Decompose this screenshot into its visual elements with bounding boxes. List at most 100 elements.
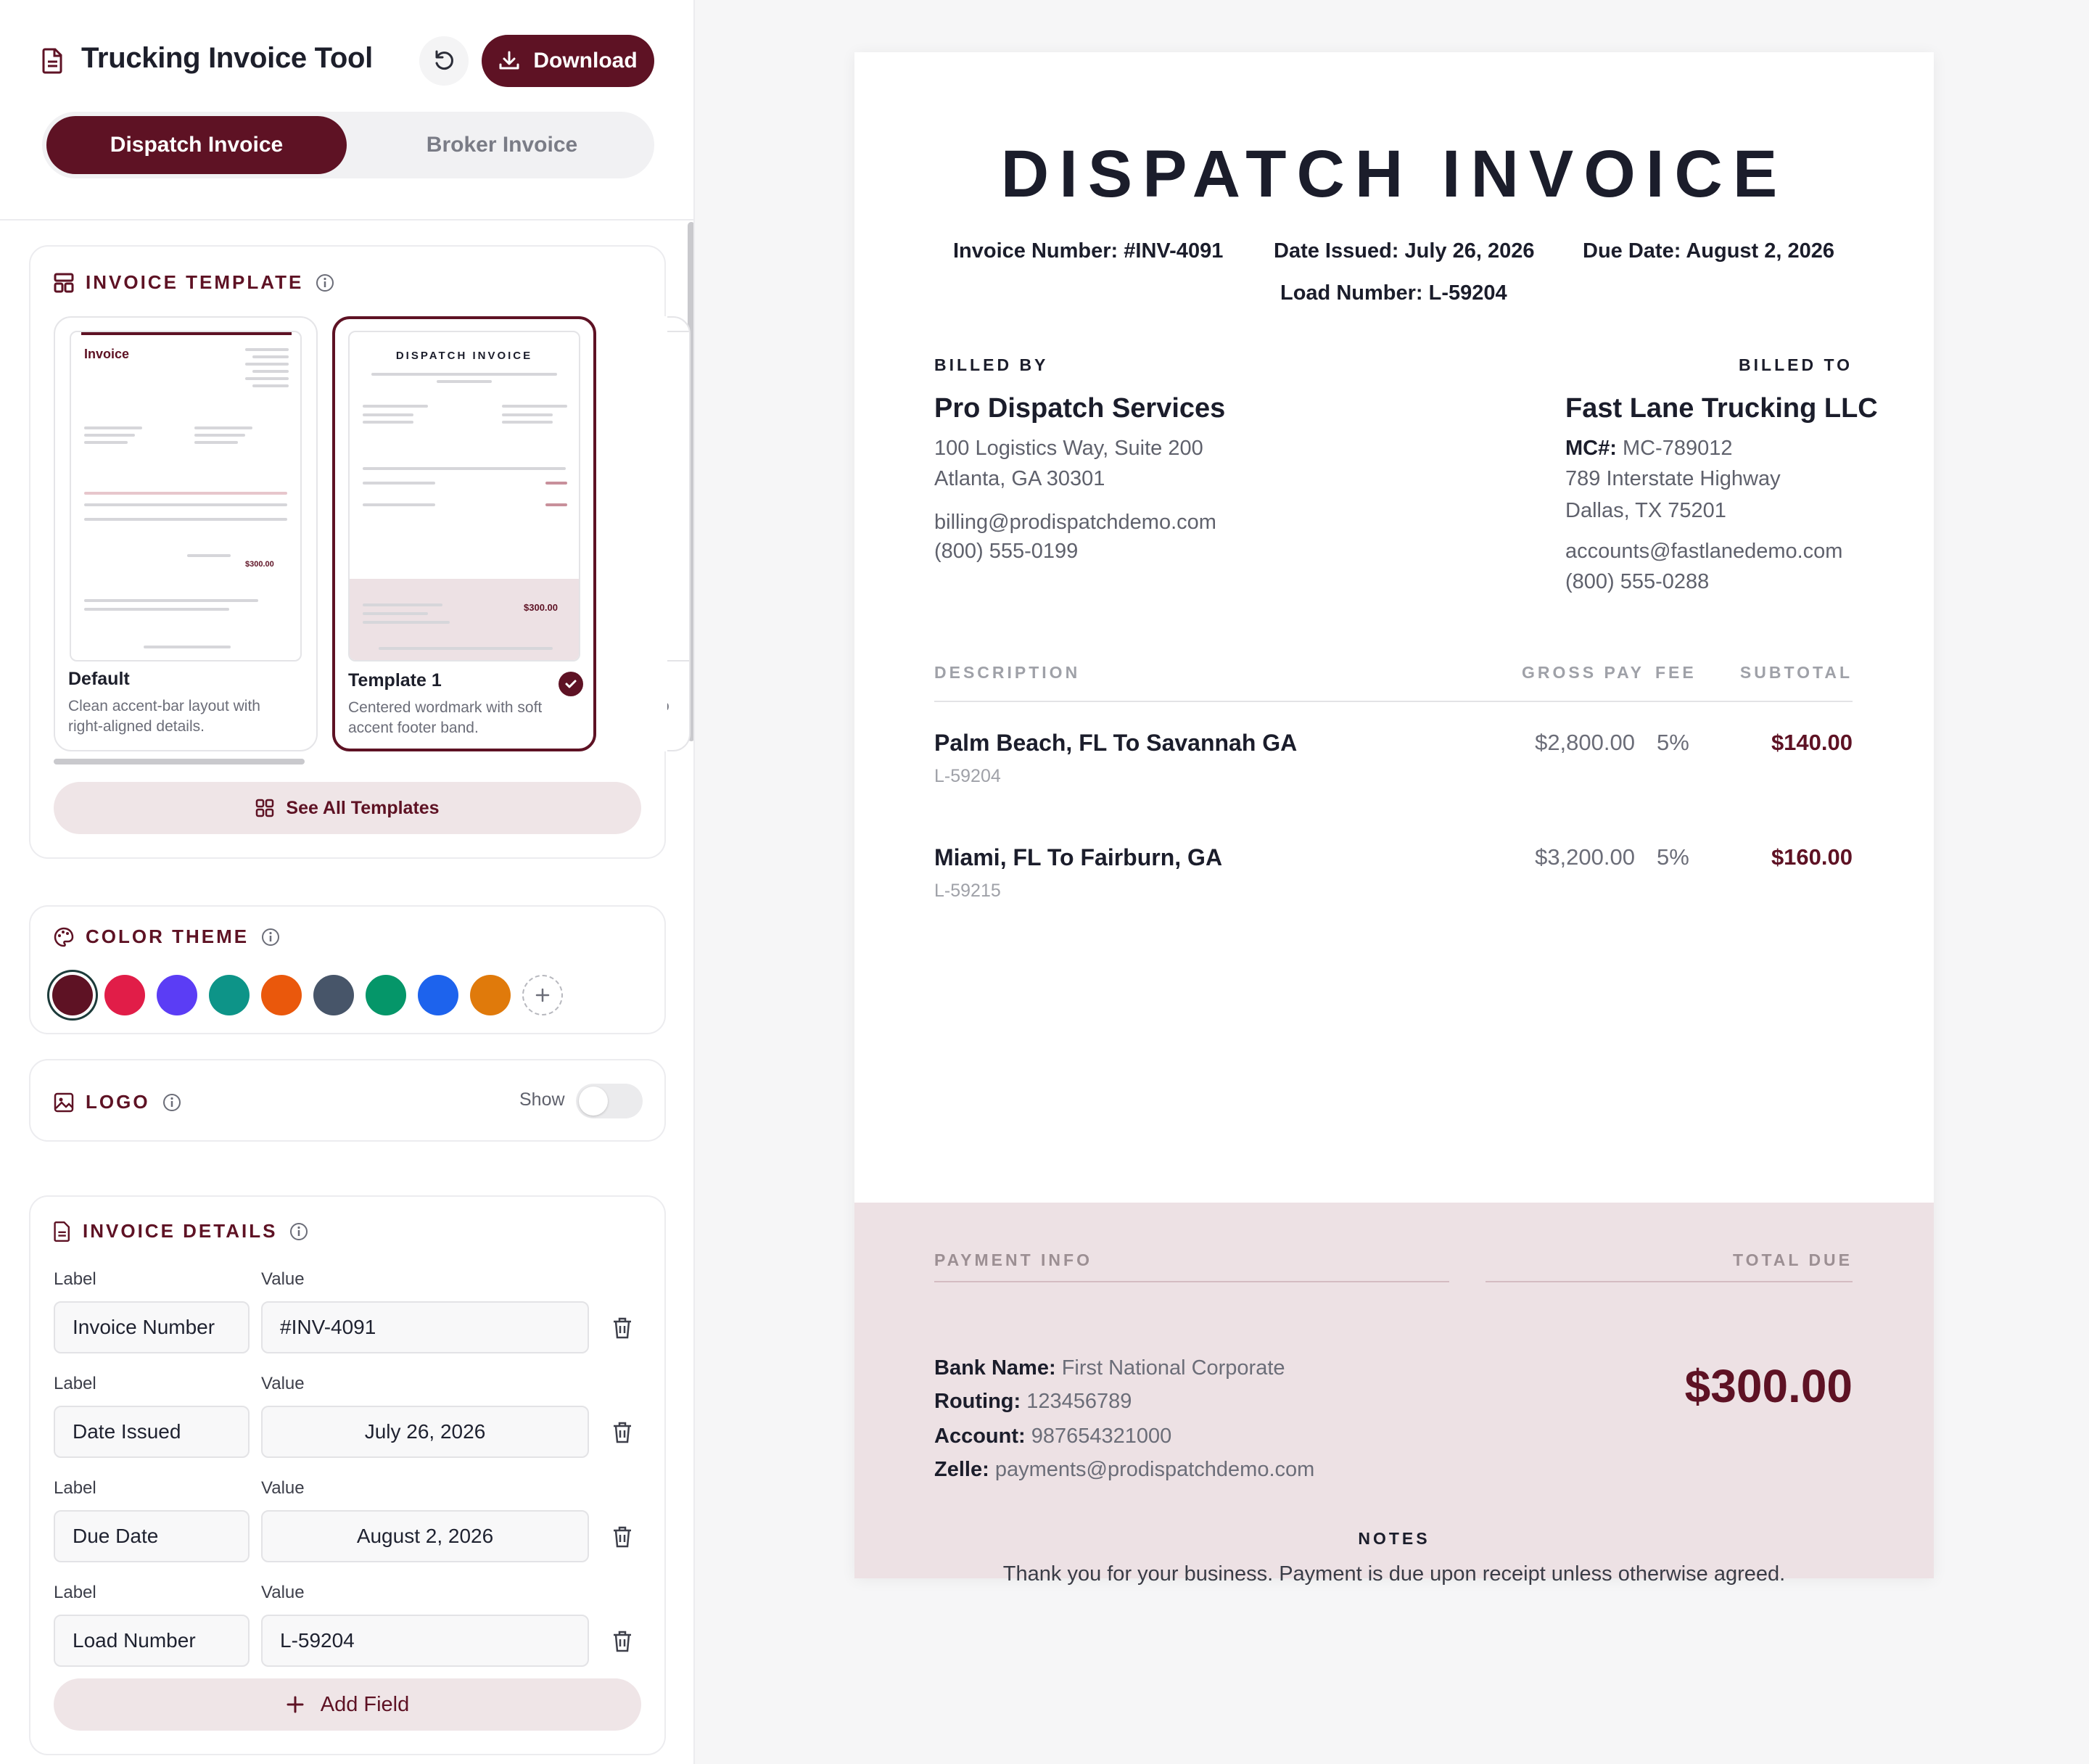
add-field-label: Add Field xyxy=(320,1692,410,1716)
preview-title: Invoice xyxy=(84,347,130,361)
trash-icon[interactable] xyxy=(611,1420,634,1445)
color-theme-card: COLOR THEME xyxy=(29,905,666,1034)
billed-by-address1: 100 Logistics Way, Suite 200 xyxy=(934,437,1203,460)
template-card-template-1[interactable]: DISPATCH INVOICE $300.00 Template 1 Cent… xyxy=(332,316,596,751)
item-subtotal: $140.00 xyxy=(1771,730,1853,755)
plus-icon xyxy=(287,1696,304,1713)
billed-to-heading: BILLED TO xyxy=(1739,355,1853,374)
color-swatch[interactable] xyxy=(313,975,354,1015)
section-heading: COLOR THEME xyxy=(86,926,250,947)
info-icon[interactable] xyxy=(289,1221,309,1242)
trash-icon[interactable] xyxy=(611,1629,634,1654)
tab-dispatch-invoice[interactable]: Dispatch Invoice xyxy=(46,116,347,174)
info-icon[interactable] xyxy=(162,1092,182,1113)
see-all-templates-button[interactable]: See All Templates xyxy=(54,782,641,834)
billed-by-name: Pro Dispatch Services xyxy=(934,393,1226,424)
field-value-input[interactable]: #INV-4091 xyxy=(261,1301,589,1353)
color-swatch[interactable] xyxy=(209,975,250,1015)
add-field-button[interactable]: Add Field xyxy=(54,1678,641,1731)
billed-to-address1: 789 Interstate Highway xyxy=(1565,467,1781,490)
color-swatch[interactable] xyxy=(418,975,458,1015)
document-icon xyxy=(42,48,62,74)
preview-total: $300.00 xyxy=(245,560,274,569)
table-header-divider xyxy=(934,701,1853,702)
palette-icon xyxy=(54,927,74,947)
value-caption: Value xyxy=(261,1269,305,1289)
check-icon xyxy=(559,672,583,696)
template-preview: Invoice $300.00 xyxy=(70,331,302,662)
color-swatch[interactable] xyxy=(261,975,302,1015)
notes-text: Thank you for your business. Payment is … xyxy=(1002,1562,1786,1586)
color-swatch[interactable] xyxy=(157,975,197,1015)
value-caption: Value xyxy=(261,1478,305,1498)
document-icon xyxy=(54,1221,70,1242)
reset-button[interactable] xyxy=(419,36,469,86)
zelle: Zelle: payments@prodispatchdemo.com xyxy=(934,1458,1315,1481)
meta-load-number: Load Number: L-59204 xyxy=(1280,281,1507,305)
item-fee: 5% xyxy=(1657,844,1689,870)
template-name: Default xyxy=(68,669,130,689)
label-caption: Label xyxy=(54,1478,96,1498)
template-name: Template 1 xyxy=(348,670,442,691)
color-swatch[interactable] xyxy=(52,975,93,1015)
add-color-button[interactable] xyxy=(522,975,563,1015)
total-divider xyxy=(1486,1281,1853,1282)
field-label-input[interactable]: Load Number xyxy=(54,1615,250,1667)
billed-by-email: billing@prodispatchdemo.com xyxy=(934,511,1216,534)
color-swatch[interactable] xyxy=(470,975,511,1015)
meta-due-date: Due Date: August 2, 2026 xyxy=(1583,239,1835,263)
column-fee: FEE xyxy=(1655,663,1697,682)
date-picker-input[interactable]: July 26, 2026 xyxy=(261,1406,589,1458)
grid-icon xyxy=(256,799,274,817)
color-swatch[interactable] xyxy=(366,975,406,1015)
billed-by-heading: BILLED BY xyxy=(934,355,1049,374)
color-swatch[interactable] xyxy=(104,975,145,1015)
label-caption: Label xyxy=(54,1583,96,1602)
payment-info-heading: PAYMENT INFO xyxy=(934,1250,1092,1269)
billed-to-email: accounts@fastlanedemo.com xyxy=(1565,540,1843,563)
field-label-input[interactable]: Invoice Number xyxy=(54,1301,250,1353)
billed-to-name: Fast Lane Trucking LLC xyxy=(1565,393,1878,424)
download-label: Download xyxy=(533,49,638,73)
section-heading: INVOICE DETAILS xyxy=(83,1220,278,1242)
item-description: Palm Beach, FL To Savannah GA xyxy=(934,730,1298,756)
billed-to-phone: (800) 555-0288 xyxy=(1565,570,1710,593)
field-label-input[interactable]: Due Date xyxy=(54,1510,250,1562)
invoice-details-card: INVOICE DETAILS Label Value Invoice Numb… xyxy=(29,1195,666,1755)
item-fee: 5% xyxy=(1657,730,1689,755)
logo-toggle[interactable] xyxy=(576,1084,643,1118)
column-description: DESCRIPTION xyxy=(934,663,1081,682)
section-heading: INVOICE TEMPLATE xyxy=(86,271,304,293)
editor-sidebar: Trucking Invoice Tool Download Dispatch … xyxy=(0,0,695,1764)
scroll-clip xyxy=(611,316,667,751)
template-card-default[interactable]: Invoice $300.00 Default Clean accent-bar… xyxy=(54,316,318,751)
date-picker-input[interactable]: August 2, 2026 xyxy=(261,1510,589,1562)
template-description: Clean accent-bar layout with right-align… xyxy=(68,698,260,735)
logo-show-label: Show xyxy=(519,1089,565,1110)
layout-icon xyxy=(54,273,74,292)
logo-card: LOGO Show xyxy=(29,1059,666,1142)
tab-broker-invoice[interactable]: Broker Invoice xyxy=(354,116,650,174)
field-value-input[interactable]: L-59204 xyxy=(261,1615,589,1667)
download-button[interactable]: Download xyxy=(482,35,654,87)
billed-by-phone: (800) 555-0199 xyxy=(934,540,1079,563)
trash-icon[interactable] xyxy=(611,1525,634,1549)
payment-footer: PAYMENT INFO TOTAL DUE Bank Name: First … xyxy=(854,1203,1934,1586)
image-icon xyxy=(54,1092,74,1112)
label-caption: Label xyxy=(54,1374,96,1393)
invoice-type-tabs: Dispatch Invoice Broker Invoice xyxy=(42,112,654,178)
info-icon[interactable] xyxy=(260,927,281,947)
scroll-edge xyxy=(644,316,646,751)
info-icon[interactable] xyxy=(315,273,335,293)
meta-date-issued: Date Issued: July 26, 2026 xyxy=(1274,239,1535,263)
sidebar-header: Trucking Invoice Tool Download Dispatch … xyxy=(0,0,693,220)
billed-to-mc: MC#: MC-789012 xyxy=(1565,437,1733,460)
reset-icon xyxy=(435,50,453,70)
account-number: Account: 987654321000 xyxy=(934,1425,1172,1448)
section-heading: LOGO xyxy=(86,1091,150,1113)
value-caption: Value xyxy=(261,1374,305,1393)
download-icon xyxy=(499,51,519,70)
trash-icon[interactable] xyxy=(611,1316,634,1340)
template-scrollbar[interactable] xyxy=(54,759,305,764)
field-label-input[interactable]: Date Issued xyxy=(54,1406,250,1458)
